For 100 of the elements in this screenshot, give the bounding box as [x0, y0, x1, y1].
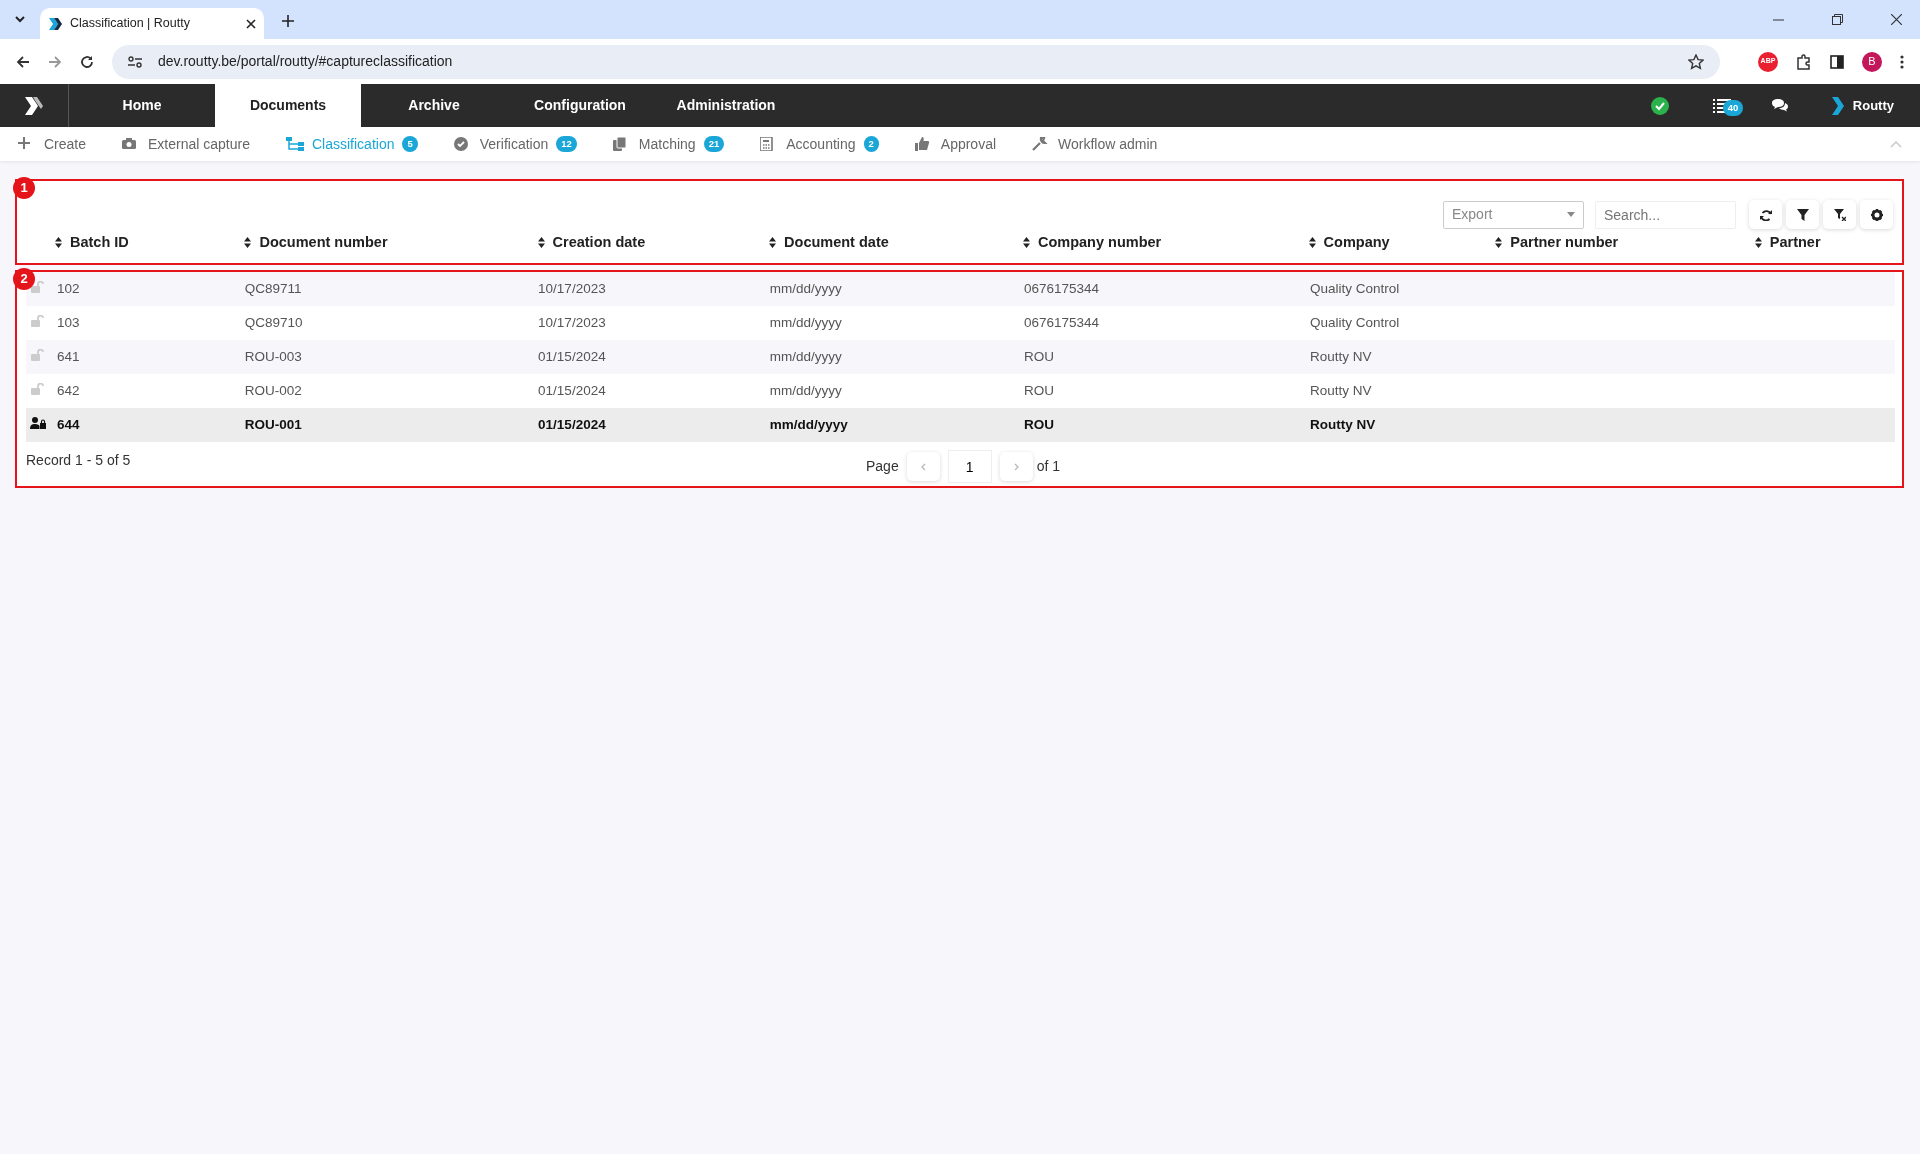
- table-cell: 10/17/2023: [538, 314, 606, 330]
- nav-tab[interactable]: Archive: [361, 84, 507, 127]
- filter-icon: [1796, 208, 1809, 221]
- sub-nav-tab[interactable]: External capture: [148, 133, 250, 155]
- sort-icon: [1754, 237, 1762, 249]
- annotation-marker: 2: [13, 268, 35, 290]
- table-cell: QC89711: [244, 280, 302, 296]
- sort-icon: [1495, 237, 1503, 249]
- table-cell: mm/dd/yyyy: [769, 416, 848, 432]
- nav-tab[interactable]: Administration: [653, 84, 799, 127]
- table-cell: QC89710: [244, 314, 303, 330]
- column-header[interactable]: Company: [1308, 232, 1390, 254]
- task-count-badge: 40: [1722, 100, 1744, 117]
- table-cell: ROU: [1024, 348, 1054, 364]
- table-cell: ROU-002: [244, 382, 302, 398]
- table-cell: 644: [57, 416, 80, 432]
- count-badge: 12: [556, 135, 577, 153]
- site-settings-icon[interactable]: [128, 55, 142, 68]
- app-logo-icon[interactable]: [23, 94, 45, 117]
- table-cell: 642: [57, 382, 80, 398]
- column-header[interactable]: Document number: [244, 232, 388, 254]
- side-panel-icon[interactable]: [1830, 54, 1844, 69]
- clear-filter-button[interactable]: [1823, 200, 1856, 229]
- count-badge: 21: [703, 135, 725, 153]
- minimize-icon[interactable]: [1773, 18, 1784, 21]
- table-cell: mm/dd/yyyy: [769, 280, 842, 296]
- table-cell: 01/15/2024: [538, 416, 606, 432]
- sub-nav-tab[interactable]: Matching: [638, 133, 696, 155]
- table-cell: 103: [57, 314, 80, 330]
- table-cell: 102: [57, 280, 80, 296]
- chat-icon[interactable]: [1770, 98, 1789, 113]
- status-ok-icon: [1650, 96, 1669, 115]
- column-header[interactable]: Partner: [1754, 232, 1821, 254]
- nav-tab[interactable]: Documents: [215, 84, 361, 127]
- chevron-left-icon: [920, 463, 926, 472]
- table-cell: 0676175344: [1024, 314, 1100, 330]
- table-cell: 10/17/2023: [538, 280, 606, 296]
- close-icon[interactable]: [1891, 14, 1902, 25]
- refresh-icon: [1759, 208, 1772, 221]
- column-header[interactable]: Company number: [1022, 232, 1162, 254]
- nav-tab[interactable]: Configuration: [507, 84, 653, 127]
- sub-nav-tab[interactable]: Accounting: [786, 133, 856, 155]
- user-logo-icon: [1830, 95, 1845, 116]
- export-dropdown[interactable]: Export: [1443, 200, 1584, 229]
- table-cell: mm/dd/yyyy: [769, 348, 842, 364]
- table-cell: ROU-001: [244, 416, 302, 432]
- sort-icon: [244, 237, 252, 249]
- user-name[interactable]: Routty: [1852, 95, 1894, 116]
- caret-icon: [1567, 212, 1575, 217]
- sort-icon: [55, 237, 62, 249]
- sub-nav-tab[interactable]: Workflow admin: [1058, 133, 1158, 155]
- back-icon[interactable]: [16, 54, 30, 69]
- count-badge: 5: [402, 135, 418, 153]
- column-header[interactable]: Document date: [769, 232, 889, 254]
- close-icon[interactable]: [246, 18, 256, 29]
- table-cell: ROU: [1024, 382, 1054, 398]
- refresh-button[interactable]: [1749, 200, 1782, 229]
- annotation-marker: 1: [13, 177, 35, 199]
- table-cell: mm/dd/yyyy: [769, 382, 842, 398]
- table-cell: 0676175344: [1024, 280, 1100, 296]
- table-cell: ROU-003: [244, 348, 302, 364]
- tab-list-icon[interactable]: [14, 16, 26, 24]
- browser-tab[interactable]: Classification | Routty: [40, 8, 264, 39]
- table-cell: ROU: [1024, 416, 1054, 432]
- settings-icon: [1870, 208, 1883, 221]
- column-header[interactable]: Creation date: [537, 232, 646, 254]
- bookmark-star-icon[interactable]: [1688, 53, 1704, 70]
- table-cell: Quality Control: [1309, 280, 1400, 296]
- page-total: of 1: [1036, 457, 1061, 476]
- clear-filter-icon: [1833, 208, 1846, 221]
- logo-icon: [48, 16, 62, 31]
- page-number-field[interactable]: 1: [947, 450, 992, 483]
- sort-icon: [1308, 237, 1316, 249]
- sub-nav-tab[interactable]: Verification: [479, 133, 549, 155]
- chevron-right-icon: [1013, 463, 1019, 472]
- forward-icon[interactable]: [48, 54, 62, 69]
- more-icon[interactable]: [1900, 54, 1904, 69]
- tab-title: Classification | Routty: [70, 15, 191, 33]
- address-bar[interactable]: dev.routty.be/portal/routty/#captureclassification: [112, 44, 1720, 79]
- column-header[interactable]: Batch ID: [55, 232, 129, 254]
- sort-icon: [1022, 237, 1030, 249]
- new-tab-icon[interactable]: [282, 15, 294, 27]
- table-cell: mm/dd/yyyy: [769, 314, 842, 330]
- hierarchy-icon: [286, 137, 304, 151]
- filter-button[interactable]: [1786, 200, 1819, 229]
- table-cell: 01/15/2024: [538, 348, 606, 364]
- reload-icon[interactable]: [80, 54, 94, 69]
- count-badge: 2: [863, 135, 879, 153]
- column-header[interactable]: Partner number: [1495, 232, 1619, 254]
- record-count: Record 1 - 5 of 5: [26, 451, 131, 470]
- nav-tab[interactable]: Home: [69, 84, 215, 127]
- url-text: dev.routty.be/portal/routty/#captureclassification: [158, 52, 454, 71]
- sub-nav-tab[interactable]: Approval: [940, 133, 997, 155]
- puzzle-icon[interactable]: [1796, 53, 1812, 70]
- search-field[interactable]: Search...: [1595, 200, 1736, 229]
- restore-icon[interactable]: [1832, 14, 1843, 25]
- sub-nav-tab[interactable]: Create: [44, 133, 87, 155]
- profile-avatar[interactable]: B: [1862, 51, 1882, 72]
- sort-icon: [769, 237, 777, 249]
- settings-button[interactable]: [1860, 200, 1893, 229]
